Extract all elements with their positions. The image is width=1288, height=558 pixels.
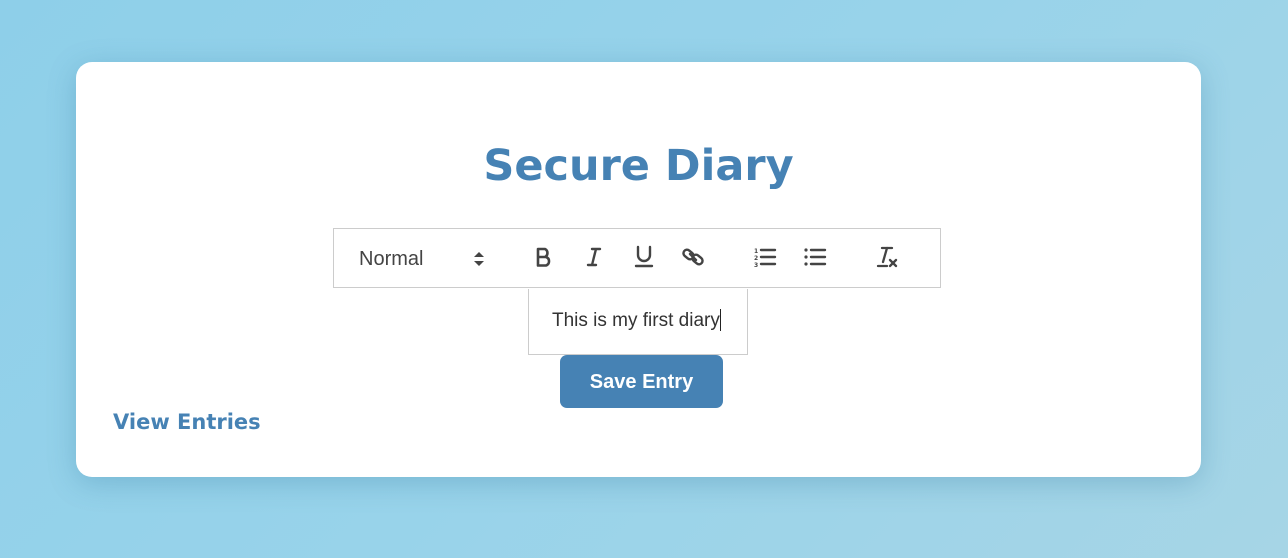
- italic-button[interactable]: [579, 244, 609, 274]
- link-icon: [681, 245, 705, 273]
- svg-text:1: 1: [754, 248, 758, 255]
- svg-text:2: 2: [754, 255, 758, 262]
- editor-content: This is my first diary: [552, 310, 720, 331]
- bullet-list-icon: [803, 246, 827, 272]
- underline-button[interactable]: [629, 244, 659, 274]
- svg-text:3: 3: [754, 262, 758, 268]
- diary-card: Secure Diary Normal 1 2 3 This is my fir…: [76, 62, 1201, 477]
- header-format-label: Normal: [359, 247, 424, 270]
- italic-icon: [583, 246, 605, 272]
- bold-icon: [533, 246, 555, 272]
- up-down-arrows-icon: [472, 250, 486, 272]
- bold-button[interactable]: [529, 244, 559, 274]
- clear-formatting-button[interactable]: [872, 244, 902, 274]
- header-format-picker[interactable]: Normal: [359, 244, 489, 274]
- page-title: Secure Diary: [483, 141, 794, 191]
- underline-icon: [633, 245, 655, 273]
- ordered-list-icon: 1 2 3: [753, 246, 777, 272]
- text-caret: [719, 309, 721, 331]
- editor-toolbar: Normal 1 2 3: [333, 228, 941, 288]
- link-button[interactable]: [678, 244, 708, 274]
- ordered-list-button[interactable]: 1 2 3: [750, 244, 780, 274]
- view-entries-link[interactable]: View Entries: [113, 410, 261, 434]
- clear-format-icon: [875, 245, 899, 273]
- diary-editor[interactable]: This is my first diary: [528, 289, 748, 355]
- save-entry-button[interactable]: Save Entry: [560, 355, 723, 408]
- bullet-list-button[interactable]: [800, 244, 830, 274]
